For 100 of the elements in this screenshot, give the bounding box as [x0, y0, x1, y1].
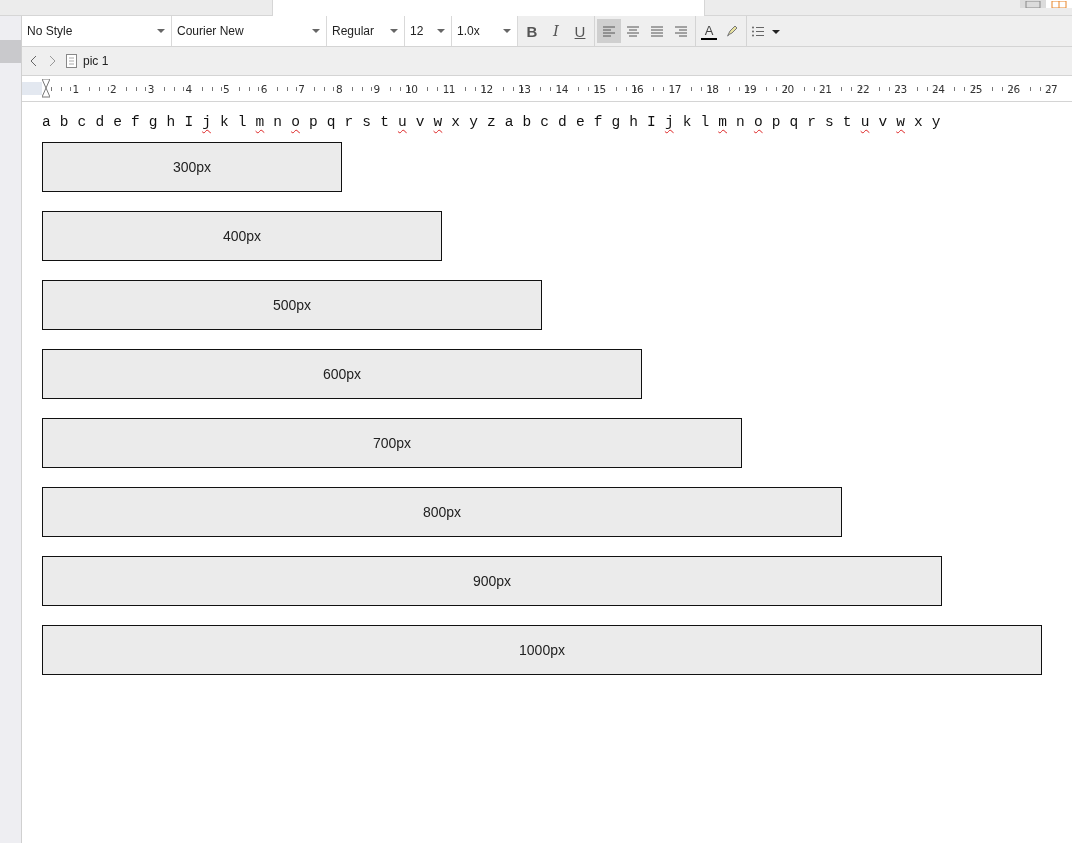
- ruler-number: 9: [373, 82, 381, 95]
- width-box: 400px: [42, 211, 442, 261]
- letter-text: f: [131, 114, 140, 130]
- letter-text: j: [202, 114, 211, 130]
- letter-text: k: [682, 114, 692, 130]
- ruler-number: 6: [260, 82, 268, 95]
- letter-text: b: [522, 114, 532, 130]
- ruler-number: 18: [706, 82, 720, 95]
- caret-icon: [157, 29, 165, 33]
- letter-text: w: [433, 114, 443, 130]
- view-button[interactable]: [1020, 0, 1046, 8]
- caret-icon: [503, 29, 511, 33]
- align-justify-icon: [651, 25, 663, 37]
- ruler-number: 12: [480, 82, 494, 95]
- letter-text: d: [558, 114, 567, 130]
- ruler-number: 3: [147, 82, 155, 95]
- caret-icon: [437, 29, 445, 33]
- letter-text: n: [273, 114, 283, 130]
- letter-text: s: [825, 114, 834, 130]
- letter-text: s: [362, 114, 372, 130]
- weight-dropdown[interactable]: Regular: [327, 16, 405, 46]
- letter-text: v: [878, 114, 888, 130]
- forward-button[interactable]: [48, 55, 56, 67]
- letter-text: c: [77, 114, 87, 130]
- style-dropdown[interactable]: No Style: [22, 16, 172, 46]
- ruler-number: 27: [1044, 82, 1059, 95]
- ruler-number: 1: [72, 82, 80, 95]
- font-dropdown[interactable]: Courier New: [172, 16, 327, 46]
- ruler-number: 8: [335, 82, 344, 95]
- letter-text: f: [593, 114, 603, 130]
- letter-text: g: [148, 114, 158, 130]
- ruler-number: 20: [781, 82, 795, 95]
- ruler-number: 13: [517, 82, 532, 95]
- letter-text: t: [380, 114, 389, 130]
- chevron-left-icon: [30, 55, 38, 67]
- letter-text: w: [896, 114, 905, 130]
- letter-text: e: [575, 114, 585, 130]
- bulleted-list-icon: [752, 25, 782, 37]
- letter-text: I: [647, 114, 656, 130]
- letter-text: h: [629, 114, 638, 130]
- ruler-number: 5: [223, 82, 231, 95]
- letter-text: u: [397, 114, 407, 130]
- align-left-icon: [603, 25, 615, 37]
- ruler-number: 21: [819, 82, 833, 95]
- letter-text: p: [308, 114, 318, 130]
- letter-text: o: [291, 114, 300, 130]
- italic-button[interactable]: I: [544, 19, 568, 43]
- letter-text: e: [113, 114, 122, 130]
- page-name: pic 1: [83, 54, 109, 68]
- letter-text: a: [42, 114, 51, 130]
- letter-text: c: [540, 114, 549, 130]
- letter-text: m: [718, 114, 727, 130]
- letter-text: q: [789, 114, 799, 130]
- size-dropdown[interactable]: 12: [405, 16, 452, 46]
- width-box: 300px: [42, 142, 342, 192]
- ruler-number: 15: [593, 82, 607, 95]
- ruler-number: 24: [932, 82, 946, 95]
- letter-text: z: [486, 114, 496, 130]
- letter-text: h: [166, 114, 176, 130]
- ruler-number: 4: [185, 82, 193, 95]
- caret-icon: [312, 29, 320, 33]
- letter-text: l: [237, 114, 247, 130]
- two-page-icon: [1051, 1, 1067, 8]
- view-button[interactable]: [1046, 0, 1072, 8]
- bold-button[interactable]: B: [520, 19, 544, 43]
- back-button[interactable]: [30, 55, 38, 67]
- letter-text: o: [753, 114, 763, 130]
- letter-text: a: [504, 114, 514, 130]
- letter-text: d: [95, 114, 105, 130]
- ruler-number: 2: [110, 82, 118, 95]
- letter-text: b: [59, 114, 69, 130]
- letter-text: g: [611, 114, 621, 130]
- letter-text: x: [451, 114, 461, 130]
- letter-text: j: [664, 114, 674, 130]
- letter-text: l: [700, 114, 710, 130]
- spacing-dropdown[interactable]: 1.0x: [452, 16, 518, 46]
- font-color-button[interactable]: A: [701, 22, 717, 40]
- chevron-right-icon: [48, 55, 56, 67]
- letter-text: v: [415, 114, 425, 130]
- letter-text: I: [184, 114, 194, 130]
- letter-text: t: [842, 114, 852, 130]
- letter-text: y: [469, 114, 478, 130]
- letter-text: q: [326, 114, 336, 130]
- letter-text: n: [736, 114, 745, 130]
- width-box: 900px: [42, 556, 942, 606]
- ruler-number: 25: [969, 82, 983, 95]
- width-box: 700px: [42, 418, 742, 468]
- letter-text: m: [255, 114, 265, 130]
- align-left-button[interactable]: [597, 19, 621, 43]
- page-icon: [66, 54, 77, 68]
- letter-text: u: [860, 114, 870, 130]
- ruler-number: 7: [298, 82, 306, 95]
- ruler-number: 16: [630, 82, 645, 95]
- letter-text: r: [344, 114, 354, 130]
- width-box: 500px: [42, 280, 542, 330]
- highlighter-icon: [726, 25, 738, 37]
- width-box: 800px: [42, 487, 842, 537]
- align-center-icon: [627, 25, 639, 37]
- underline-button[interactable]: U: [568, 19, 592, 43]
- caret-icon: [390, 29, 398, 33]
